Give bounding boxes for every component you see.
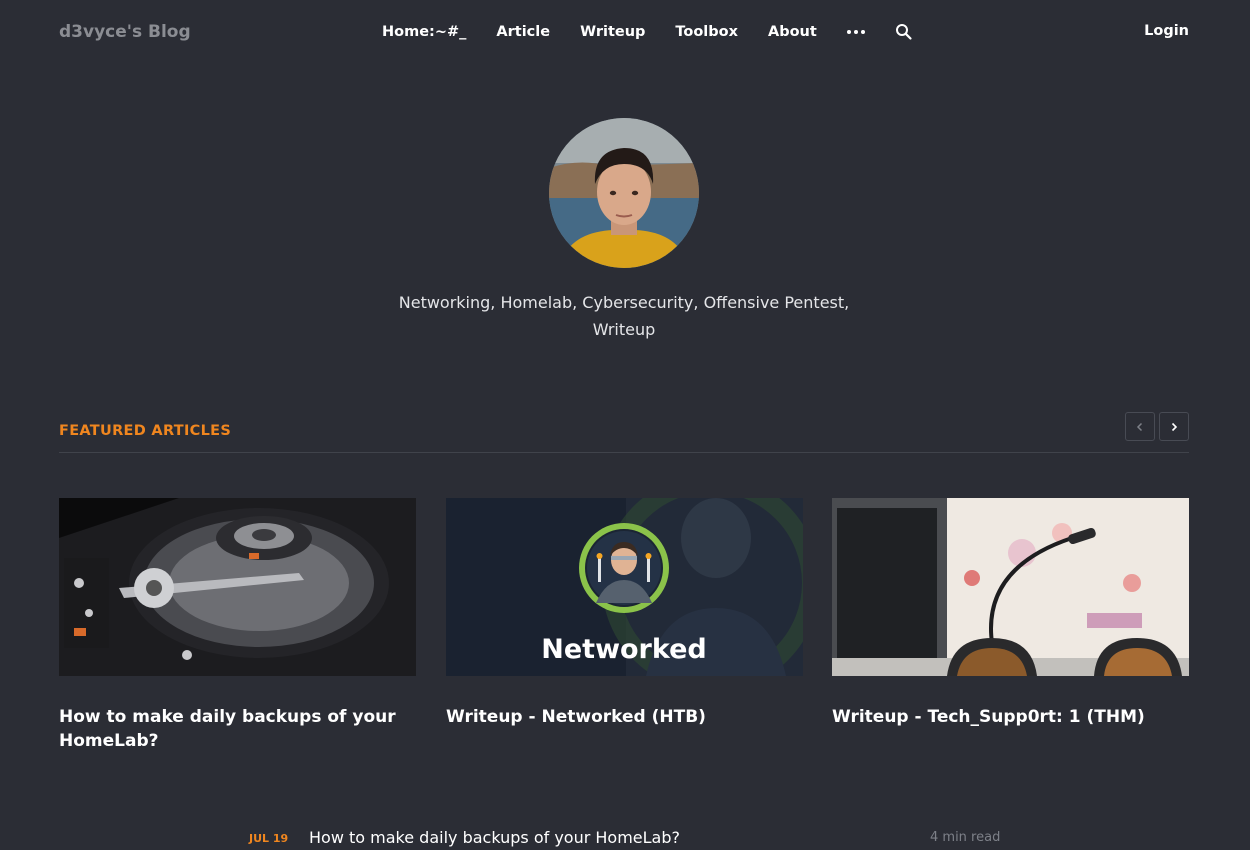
chevron-left-icon: [1136, 422, 1143, 431]
featured-card[interactable]: Networked Writeup - Networked (HTB): [446, 498, 803, 729]
card-title[interactable]: How to make daily backups of your HomeLa…: [59, 705, 416, 753]
card-image-caption: Networked: [541, 634, 707, 665]
site-title[interactable]: d3vyce's Blog: [59, 22, 191, 42]
nav-item-article[interactable]: Article: [496, 24, 550, 40]
card-image-hard-drive[interactable]: [59, 498, 416, 676]
card-title[interactable]: Writeup - Networked (HTB): [446, 705, 803, 729]
featured-divider: [59, 452, 1189, 453]
carousel-prev-button[interactable]: [1125, 412, 1155, 441]
search-icon[interactable]: [895, 23, 913, 41]
card-title[interactable]: Writeup - Tech_Supp0rt: 1 (THM): [832, 705, 1189, 729]
featured-card[interactable]: Writeup - Tech_Supp0rt: 1 (THM): [832, 498, 1189, 729]
main-nav: Home:~#_ Article Writeup Toolbox About: [382, 23, 913, 41]
more-dots-icon[interactable]: [846, 23, 865, 41]
site-header: d3vyce's Blog Home:~#_ Article Writeup T…: [0, 0, 1250, 66]
nav-item-home[interactable]: Home:~#_: [382, 24, 466, 40]
avatar-photo: [549, 118, 699, 268]
chevron-right-icon: [1171, 422, 1178, 431]
carousel-next-button[interactable]: [1159, 412, 1189, 441]
post-list-item[interactable]: JUL 19 How to make daily backups of your…: [0, 826, 1250, 850]
post-title[interactable]: How to make daily backups of your HomeLa…: [309, 828, 680, 847]
post-read-time: 4 min read: [930, 830, 1001, 845]
card-image-networked[interactable]: Networked: [446, 498, 803, 676]
nav-item-writeup[interactable]: Writeup: [580, 24, 645, 40]
nav-item-toolbox[interactable]: Toolbox: [675, 24, 738, 40]
avatar: [549, 118, 699, 268]
featured-heading: FEATURED ARTICLES: [59, 423, 232, 439]
post-date: JUL 19: [249, 832, 289, 845]
login-button[interactable]: Login: [1144, 23, 1189, 39]
nav-item-about[interactable]: About: [768, 24, 817, 40]
profile-bio: Networking, Homelab, Cybersecurity, Offe…: [398, 293, 850, 339]
card-image-headset[interactable]: [832, 498, 1189, 676]
featured-card[interactable]: How to make daily backups of your HomeLa…: [59, 498, 416, 753]
